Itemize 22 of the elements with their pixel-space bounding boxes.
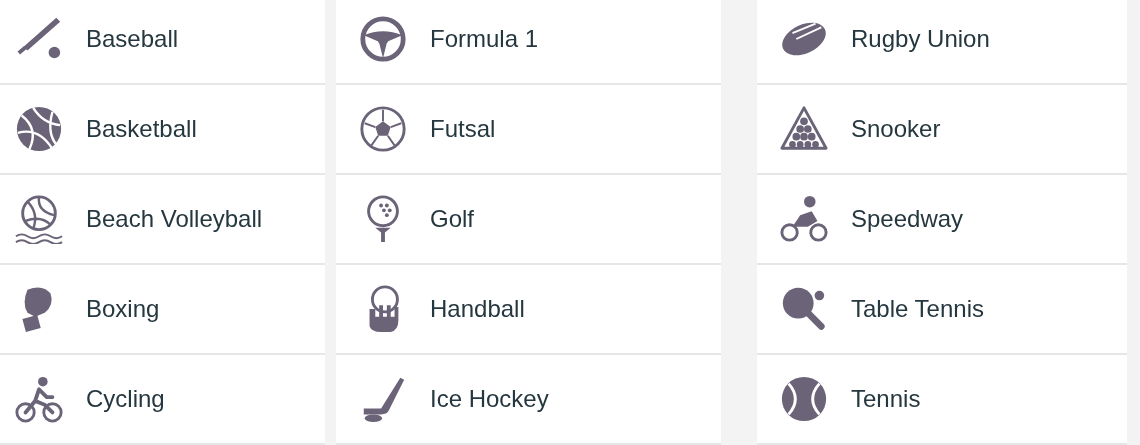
soccer-ball-icon [358, 104, 408, 154]
sport-link[interactable]: Baseball [0, 0, 325, 85]
volleyball-icon [14, 194, 64, 244]
steering-wheel-icon [358, 14, 408, 64]
motorcyclist-icon [779, 194, 829, 244]
sport-link[interactable]: Beach Volleyball [0, 175, 325, 265]
sport-link[interactable]: Snooker [757, 85, 1127, 175]
sport-link[interactable]: Basketball [0, 85, 325, 175]
tennis-ball-icon [779, 374, 829, 424]
sport-link[interactable]: Formula 1 [336, 0, 721, 85]
sport-link[interactable]: Table Tennis [757, 265, 1127, 355]
sport-link[interactable]: Speedway [757, 175, 1127, 265]
sport-link[interactable]: Tennis [757, 355, 1127, 445]
sport-link[interactable]: Boxing [0, 265, 325, 355]
sport-link[interactable]: Golf [336, 175, 721, 265]
sport-link[interactable]: Rugby Union [757, 0, 1127, 85]
sport-link[interactable]: Futsal [336, 85, 721, 175]
sport-link[interactable]: Handball [336, 265, 721, 355]
basketball-icon [14, 104, 64, 154]
sport-link[interactable]: Cycling [0, 355, 325, 445]
cyclist-icon [14, 374, 64, 424]
sport-link[interactable]: Ice Hockey [336, 355, 721, 445]
